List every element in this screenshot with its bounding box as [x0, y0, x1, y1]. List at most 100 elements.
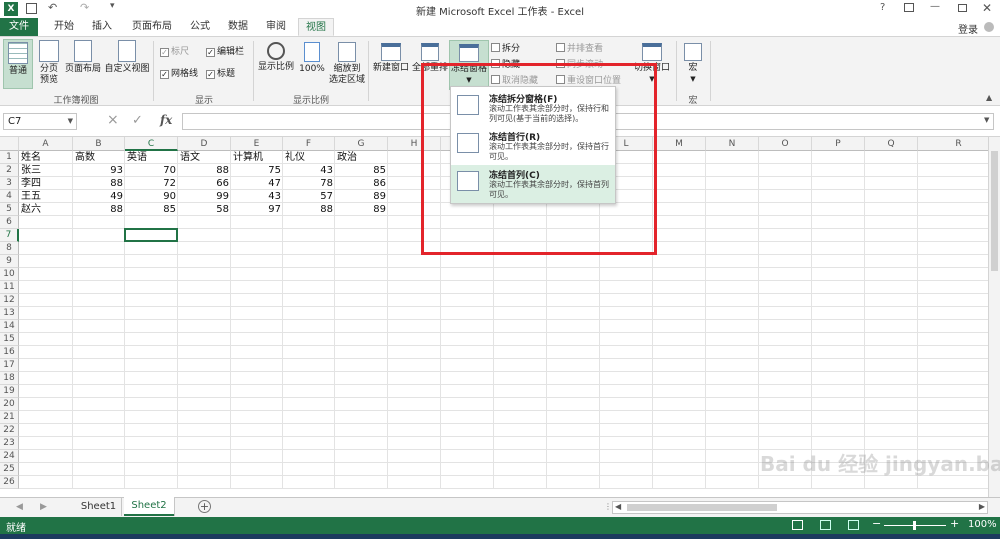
- gridlines-checkbox[interactable]: ✓ 网格线: [160, 68, 198, 80]
- cell-c4[interactable]: 90: [125, 190, 178, 203]
- formula-bar-checkbox[interactable]: ✓ 编辑栏: [206, 46, 244, 58]
- zoom-button[interactable]: 显示比例: [257, 40, 295, 90]
- cell-e5[interactable]: 97: [231, 203, 283, 216]
- cell-c5[interactable]: 85: [125, 203, 178, 216]
- select-all-corner[interactable]: [0, 137, 19, 151]
- cell-g2[interactable]: 85: [335, 164, 388, 177]
- column-header-m[interactable]: M: [653, 137, 706, 151]
- custom-views-button[interactable]: 自定义视图: [104, 40, 150, 90]
- column-header-g[interactable]: G: [335, 137, 388, 151]
- tab-insert[interactable]: 插入: [86, 18, 118, 36]
- cell-g3[interactable]: 86: [335, 177, 388, 190]
- row-header-14[interactable]: 14: [0, 320, 19, 333]
- row-header-11[interactable]: 11: [0, 281, 19, 294]
- sheet-tab-sheet1[interactable]: Sheet1: [76, 498, 122, 516]
- tab-formulas[interactable]: 公式: [184, 18, 216, 36]
- cell-f5[interactable]: 88: [283, 203, 335, 216]
- zoom-in-icon[interactable]: +: [950, 517, 959, 530]
- cell-a1[interactable]: 姓名: [19, 151, 73, 164]
- macros-button[interactable]: 宏 ▼: [680, 40, 706, 90]
- row-header-10[interactable]: 10: [0, 268, 19, 281]
- tab-review[interactable]: 审阅: [260, 18, 292, 36]
- side-by-side-button[interactable]: 并排查看: [556, 43, 603, 55]
- cell-f3[interactable]: 78: [283, 177, 335, 190]
- cell-a2[interactable]: 张三: [19, 164, 73, 177]
- row-header-24[interactable]: 24: [0, 450, 19, 463]
- name-box[interactable]: C7 ▼: [3, 113, 77, 130]
- row-header-17[interactable]: 17: [0, 359, 19, 372]
- cell-e3[interactable]: 47: [231, 177, 283, 190]
- new-window-button[interactable]: 新建窗口: [372, 40, 410, 90]
- restore-icon[interactable]: [958, 4, 967, 12]
- row-header-23[interactable]: 23: [0, 437, 19, 450]
- row-header-1[interactable]: 1: [0, 151, 19, 164]
- row-header-19[interactable]: 19: [0, 385, 19, 398]
- row-header-15[interactable]: 15: [0, 333, 19, 346]
- account-icon[interactable]: [984, 22, 994, 32]
- zoom-slider[interactable]: [884, 521, 946, 530]
- vertical-scrollbar[interactable]: [988, 137, 1000, 498]
- new-sheet-icon[interactable]: +: [198, 500, 211, 513]
- cell-g5[interactable]: 89: [335, 203, 388, 216]
- name-box-dropdown-icon[interactable]: ▼: [68, 114, 73, 129]
- tab-home[interactable]: 开始: [48, 18, 80, 36]
- zoom-out-icon[interactable]: −: [872, 517, 881, 530]
- scroll-left-icon[interactable]: ◀: [615, 502, 621, 511]
- column-header-n[interactable]: N: [706, 137, 759, 151]
- cell-a4[interactable]: 王五: [19, 190, 73, 203]
- cell-b5[interactable]: 88: [73, 203, 125, 216]
- cell-b4[interactable]: 49: [73, 190, 125, 203]
- scroll-right-icon[interactable]: ▶: [979, 502, 985, 511]
- zoom-level[interactable]: 100%: [968, 519, 997, 530]
- row-header-7[interactable]: 7: [0, 229, 19, 242]
- cell-a3[interactable]: 李四: [19, 177, 73, 190]
- row-header-22[interactable]: 22: [0, 424, 19, 437]
- column-header-f[interactable]: F: [283, 137, 335, 151]
- headings-checkbox[interactable]: ✓ 标题: [206, 68, 235, 80]
- cell-b2[interactable]: 93: [73, 164, 125, 177]
- cell-a5[interactable]: 赵六: [19, 203, 73, 216]
- row-header-3[interactable]: 3: [0, 177, 19, 190]
- tab-view[interactable]: 视图: [298, 18, 334, 36]
- collapse-ribbon-icon[interactable]: ▲: [986, 93, 992, 102]
- horizontal-scroll-thumb[interactable]: [627, 504, 777, 511]
- row-header-5[interactable]: 5: [0, 203, 19, 216]
- cell-f2[interactable]: 43: [283, 164, 335, 177]
- column-header-o[interactable]: O: [759, 137, 812, 151]
- row-header-16[interactable]: 16: [0, 346, 19, 359]
- cancel-entry-icon[interactable]: ×: [107, 112, 119, 128]
- sheet-tab-sheet2[interactable]: Sheet2: [124, 497, 174, 516]
- cell-d3[interactable]: 66: [178, 177, 231, 190]
- column-header-p[interactable]: P: [812, 137, 865, 151]
- cell-c2[interactable]: 70: [125, 164, 178, 177]
- row-header-26[interactable]: 26: [0, 476, 19, 489]
- row-header-8[interactable]: 8: [0, 242, 19, 255]
- tab-file[interactable]: 文件: [0, 18, 38, 36]
- column-header-e[interactable]: E: [231, 137, 283, 151]
- expand-formula-bar-icon[interactable]: ▼: [984, 116, 989, 124]
- zoom-100-button[interactable]: 100%: [298, 40, 326, 90]
- column-header-d[interactable]: D: [178, 137, 231, 151]
- active-cell-selection[interactable]: [124, 228, 178, 242]
- cell-c3[interactable]: 72: [125, 177, 178, 190]
- cell-c1[interactable]: 英语: [125, 151, 178, 164]
- vertical-scroll-thumb[interactable]: [991, 151, 998, 271]
- split-button[interactable]: 拆分: [491, 43, 520, 55]
- column-header-a[interactable]: A: [19, 137, 73, 151]
- row-header-2[interactable]: 2: [0, 164, 19, 177]
- zoom-to-selection-button[interactable]: 缩放到 选定区域: [327, 40, 367, 90]
- login-link[interactable]: 登录: [958, 21, 978, 36]
- tab-page-layout[interactable]: 页面布局: [124, 18, 180, 36]
- cell-e1[interactable]: 计算机: [231, 151, 283, 164]
- row-header-12[interactable]: 12: [0, 294, 19, 307]
- page-layout-view-icon[interactable]: [820, 520, 831, 530]
- tab-split-handle[interactable]: ⋮: [604, 502, 612, 511]
- row-header-9[interactable]: 9: [0, 255, 19, 268]
- row-header-20[interactable]: 20: [0, 398, 19, 411]
- minimize-icon[interactable]: —: [930, 1, 940, 12]
- help-icon[interactable]: ?: [880, 2, 885, 13]
- cell-d5[interactable]: 58: [178, 203, 231, 216]
- row-header-25[interactable]: 25: [0, 463, 19, 476]
- cell-b3[interactable]: 88: [73, 177, 125, 190]
- cell-d2[interactable]: 88: [178, 164, 231, 177]
